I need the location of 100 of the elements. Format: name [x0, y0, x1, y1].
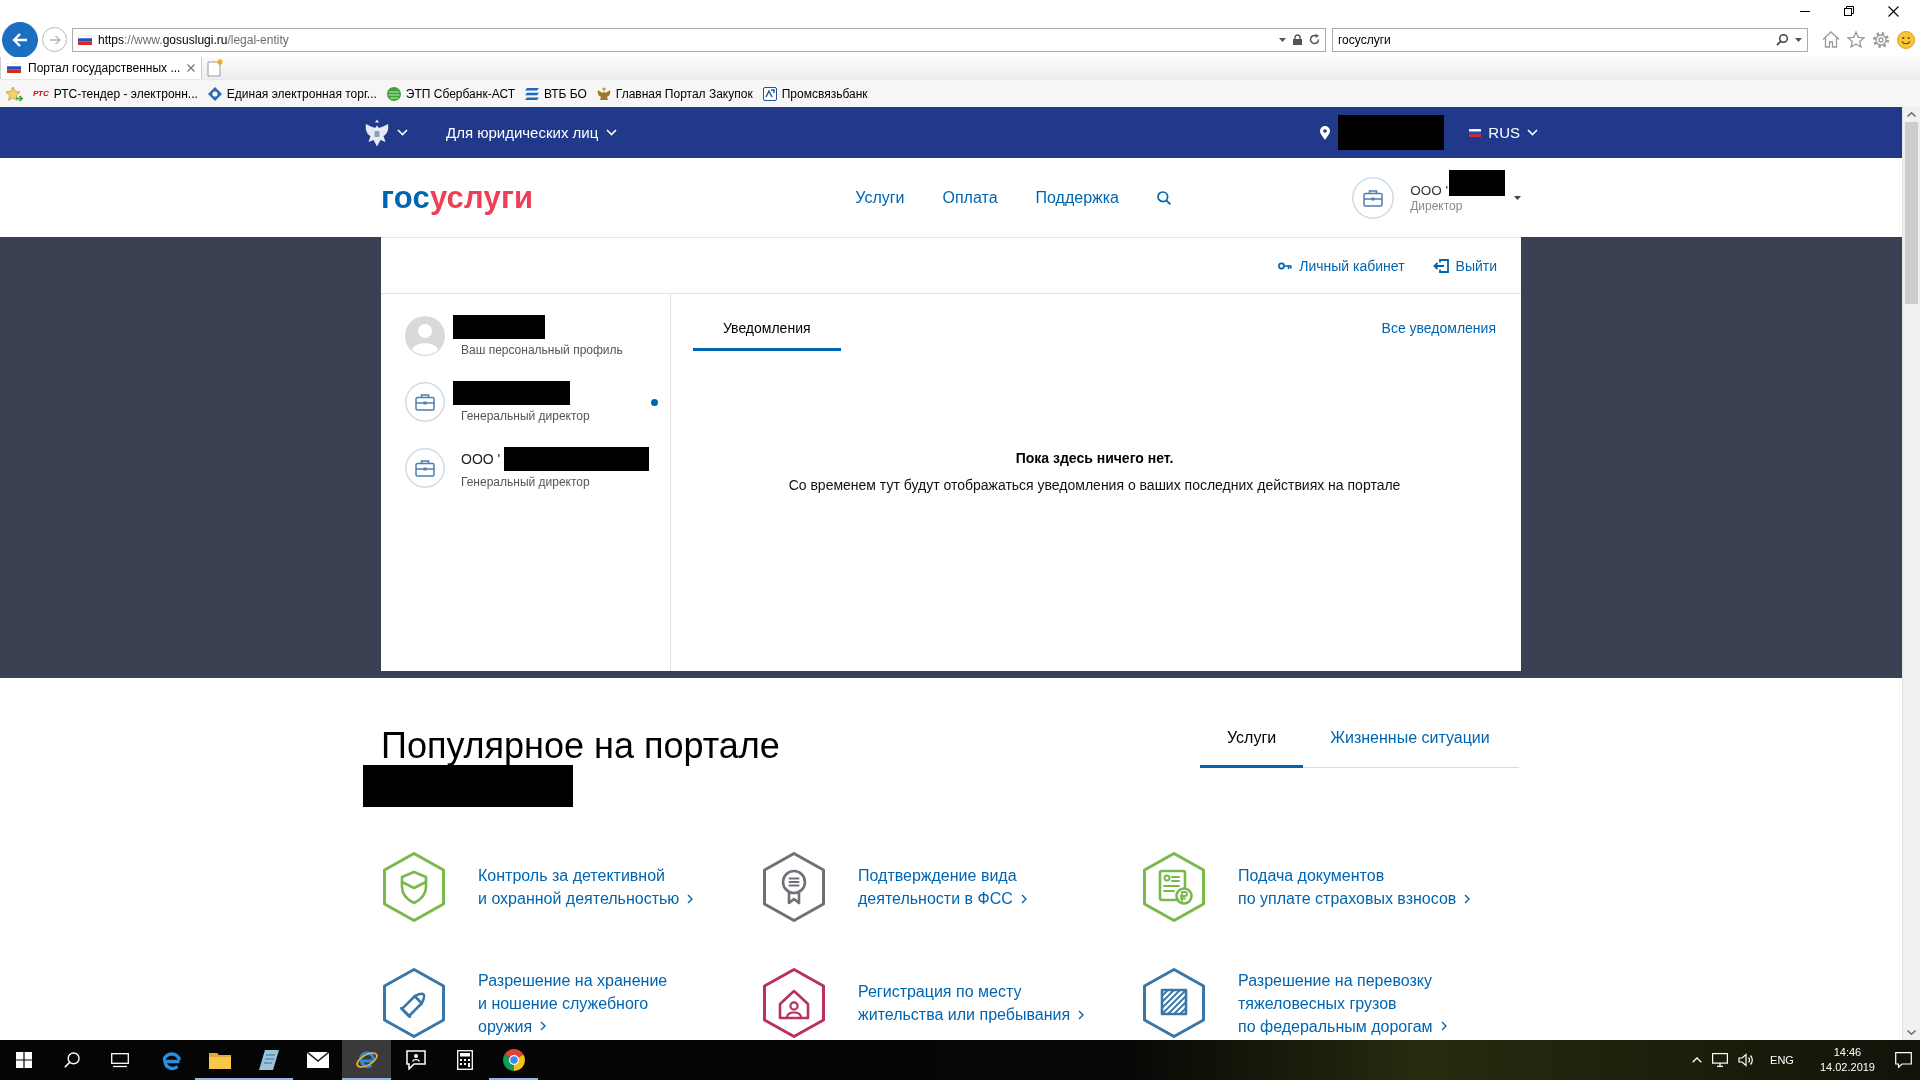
notepad-icon[interactable] [258, 1050, 279, 1070]
service-link[interactable]: Подтверждение вида деятельности в ФСС [858, 864, 1027, 910]
caret-down-icon[interactable] [1514, 195, 1521, 200]
stripes-icon [525, 87, 539, 100]
mail-icon[interactable] [306, 1052, 329, 1068]
chevron-right-icon [687, 893, 694, 904]
diamond-icon [207, 86, 222, 101]
volume-icon[interactable] [1738, 1053, 1755, 1067]
e-logo-icon[interactable] [159, 1049, 182, 1071]
tricolor-circle-icon[interactable] [502, 1049, 525, 1071]
arrow-down-icon[interactable] [1907, 1030, 1916, 1035]
service-link[interactable]: Регистрация по месту жительства или пребывания [858, 980, 1085, 1026]
account-name[interactable]: ООО ' [1410, 182, 1448, 198]
briefcase-icon [1352, 176, 1395, 219]
nav-link[interactable]: Оплата [942, 188, 998, 207]
e-ring-logo-icon[interactable] [354, 1049, 379, 1071]
logout-link[interactable]: Выйти [1432, 257, 1497, 274]
task-view-icon[interactable] [111, 1052, 129, 1068]
flag-icon [7, 63, 21, 73]
pin-icon[interactable] [1320, 125, 1331, 140]
chevron-right-icon [1020, 893, 1027, 904]
category-tab[interactable]: Жизненные ситуации [1303, 724, 1517, 768]
emblem-icon [596, 86, 611, 101]
striped-ball-icon [386, 86, 401, 101]
empty-text: Со временем тут будут отображаться уведомления о ваших последних действиях на портале [788, 477, 1401, 493]
empty-title: Пока здесь ничего нет. [1015, 450, 1174, 466]
caret-down-icon[interactable] [1279, 37, 1286, 42]
nav-link[interactable]: Услуги [855, 188, 905, 207]
notification-icon[interactable] [1895, 1052, 1912, 1068]
house-person-icon[interactable] [761, 967, 827, 1039]
windows-icon[interactable] [16, 1052, 32, 1068]
settings-icon[interactable] [1872, 30, 1890, 49]
profile-role: Ваш персональный профиль [461, 343, 623, 357]
service-link[interactable]: Подача документов по уплате страховых взносов [1238, 864, 1471, 910]
favorite-link[interactable]: ЭТП Сбербанк-АСТ [386, 86, 515, 101]
scrollbar[interactable] [1902, 107, 1920, 1040]
award-ribbon-icon[interactable] [761, 851, 827, 923]
add-favorite-icon[interactable] [5, 85, 23, 102]
search-field[interactable]: госуслуги [1332, 27, 1808, 52]
section-title: Популярное на портале [381, 724, 780, 768]
site-logo[interactable]: госуслуги [381, 179, 534, 216]
search-icon[interactable] [1776, 33, 1788, 46]
section-dropdown[interactable]: Для юридических лиц [446, 124, 618, 141]
favorite-link[interactable]: Единая электронная торг... [207, 86, 377, 101]
lock-icon [1293, 34, 1302, 45]
service-link[interactable]: Разрешение на перевозку тяжеловесных грузов по федеральным дорогам [1238, 968, 1447, 1038]
exit-icon [1432, 258, 1449, 273]
favorite-link[interactable]: РТС РТС-тендер - электронн... [33, 86, 198, 101]
favorite-link[interactable]: Промсвязьбанк [762, 86, 868, 101]
all-notifications-link[interactable]: Все уведомления [1381, 294, 1496, 337]
chevron-down-icon[interactable] [397, 129, 408, 136]
service-link[interactable]: Контроль за детективной и охранной деятельностью [478, 864, 694, 910]
profile-role: Генеральный директор [461, 475, 591, 489]
address-field[interactable]: https://www.gosuslugi.ru/legal-entity [72, 27, 1326, 52]
emblem-icon[interactable] [364, 117, 390, 148]
close-icon[interactable] [1888, 5, 1899, 17]
category-tab[interactable]: Услуги [1200, 724, 1304, 768]
network-icon[interactable] [1712, 1053, 1729, 1067]
home-icon[interactable] [1822, 31, 1840, 48]
cabinet-link[interactable]: Личный кабинет [1278, 257, 1405, 274]
profile-role: Генеральный директор [461, 409, 590, 423]
chevron-right-icon [1464, 893, 1471, 904]
avatar-icon [405, 316, 445, 356]
chevron-right-icon [1440, 1021, 1447, 1032]
favorite-link[interactable]: ВТБ БО [525, 86, 587, 101]
chat-bubble-icon[interactable] [404, 1050, 427, 1070]
arrow-left-icon [12, 32, 28, 47]
caret-up-icon[interactable] [1692, 1057, 1703, 1063]
flag-icon [78, 34, 92, 45]
calculator-icon[interactable] [456, 1050, 473, 1070]
restore-icon[interactable] [1844, 6, 1854, 16]
chevron-right-icon [1078, 1009, 1085, 1020]
nav-link[interactable]: Поддержка [1035, 188, 1119, 207]
chevron-right-icon [540, 1021, 547, 1032]
service-link[interactable]: Разрешение на хранение и ношение служебного оружия [478, 968, 668, 1038]
clock[interactable]: 14:46 14.02.2019 [1819, 1045, 1875, 1075]
browser-tab[interactable]: Портал государственных ... [0, 57, 203, 79]
folder-icon[interactable] [208, 1051, 231, 1069]
taskbar-button[interactable] [342, 1040, 391, 1080]
minimize-icon[interactable] [1800, 10, 1810, 12]
back-button[interactable] [2, 21, 38, 58]
chevron-down-icon [1527, 129, 1538, 136]
scrollbar-thumb[interactable] [1905, 122, 1918, 304]
notifications-tab[interactable]: Уведомления [693, 294, 841, 351]
language-dropdown[interactable]: RUS [1469, 124, 1538, 141]
search-icon[interactable] [64, 1052, 80, 1068]
org-name[interactable]: ООО ' [461, 451, 501, 467]
bullet-icon[interactable] [381, 967, 447, 1039]
star-icon[interactable] [1847, 31, 1865, 48]
square-icon [762, 86, 777, 101]
favorite-link[interactable]: Главная Портал Закупок [596, 86, 753, 101]
refresh-icon[interactable] [1309, 34, 1320, 45]
briefcase-icon [405, 448, 445, 488]
caret-down-icon[interactable] [1795, 37, 1802, 42]
account-role: Директор [1410, 198, 1464, 213]
arrow-up-icon[interactable] [1907, 112, 1916, 117]
smiley-icon[interactable] [1897, 30, 1915, 49]
language-indicator[interactable]: ENG [1770, 1054, 1794, 1066]
chevron-down-icon [606, 129, 618, 136]
briefcase-icon [405, 382, 445, 422]
